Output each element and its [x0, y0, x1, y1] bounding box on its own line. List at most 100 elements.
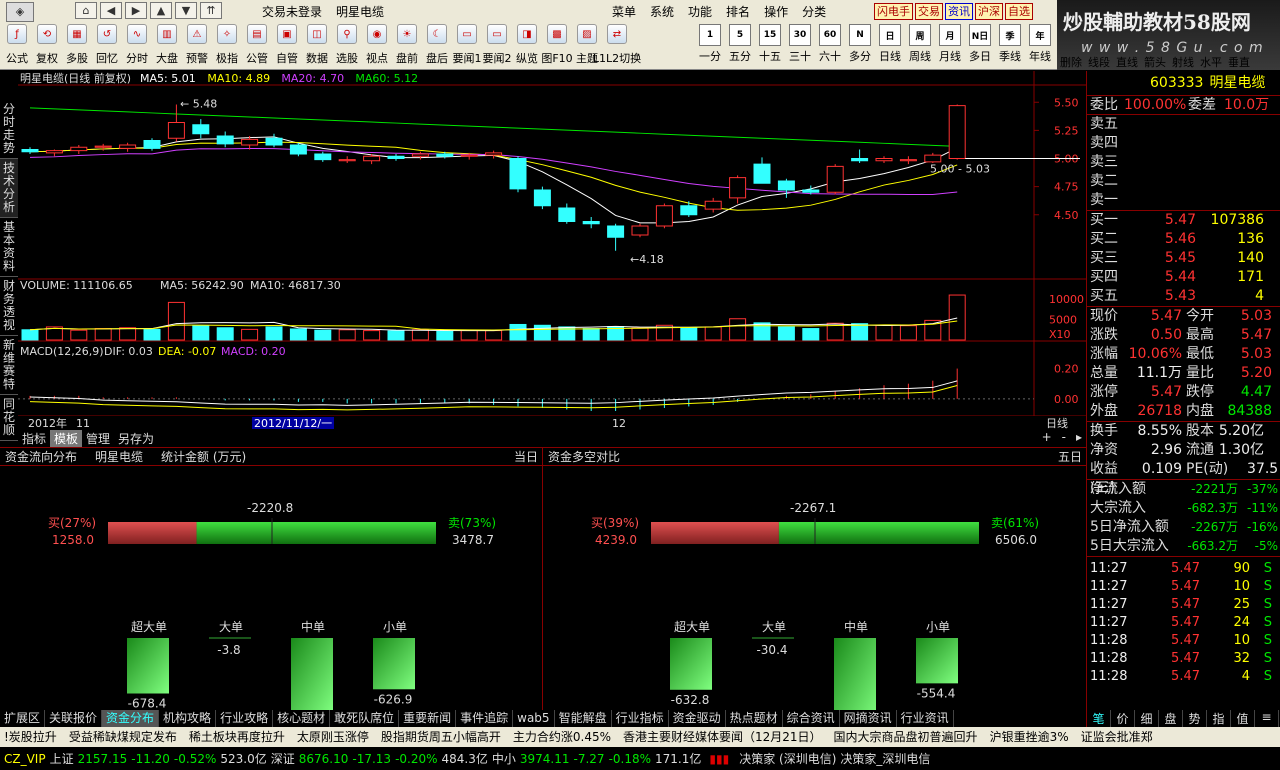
- bid-row[interactable]: 买三 5.45 140: [1087, 249, 1280, 268]
- func-tab-16[interactable]: 行业资讯: [897, 710, 954, 727]
- kline-chart[interactable]: 明星电缆(日线 前复权) MA5: 5.01 MA10: 4.89 MA20: 4.7…: [18, 71, 1086, 430]
- bid-row[interactable]: 买四 5.44 171: [1087, 268, 1280, 287]
- quick-button-0[interactable]: 闪电手: [874, 3, 913, 20]
- tool-17[interactable]: ◨ 纵览: [512, 24, 542, 66]
- period-2[interactable]: 15 十五: [755, 24, 785, 64]
- news-item[interactable]: 太原刚玉涨停: [297, 727, 369, 747]
- func-tab-7[interactable]: 重要新闻: [399, 710, 457, 727]
- func-tab-8[interactable]: 事件追踪: [456, 710, 514, 727]
- quote-tab-3[interactable]: 盘: [1159, 710, 1183, 727]
- ask-row[interactable]: 卖四: [1087, 134, 1280, 153]
- period-3[interactable]: 30 三十: [785, 24, 815, 64]
- func-tab-9[interactable]: wab5: [513, 710, 555, 727]
- draw-tool-5[interactable]: 水平: [1200, 54, 1222, 70]
- news-item[interactable]: 证监会批准郑: [1081, 727, 1153, 747]
- indicator-tab-0[interactable]: 指标: [18, 430, 50, 448]
- func-tab-10[interactable]: 智能解盘: [555, 710, 612, 727]
- nav-button-1[interactable]: ◀: [100, 2, 122, 19]
- tool-20[interactable]: ⇄ L1L2切换: [593, 24, 641, 66]
- tool-7[interactable]: ✧ 极指: [212, 24, 242, 66]
- vtab-4[interactable]: 新维赛特: [0, 336, 18, 395]
- tool-18[interactable]: ▩ 图F10: [541, 24, 573, 66]
- candle[interactable]: [509, 156, 527, 193]
- period-6[interactable]: 日日线: [875, 24, 905, 64]
- menu-item-2[interactable]: 功能: [688, 3, 712, 20]
- vtab-2[interactable]: 基本资料: [0, 218, 18, 277]
- bid-row[interactable]: 买一 5.47 107386: [1087, 211, 1280, 230]
- tool-5[interactable]: ▥ 大盘: [152, 24, 182, 66]
- news-item[interactable]: 股指期货周五小幅高开: [381, 727, 501, 747]
- nav-button-2[interactable]: ▶: [125, 2, 147, 19]
- period-1[interactable]: 5 五分: [725, 24, 755, 64]
- nav-button-5[interactable]: ⇈: [200, 2, 222, 19]
- func-tab-1[interactable]: 关联报价: [45, 710, 103, 727]
- tool-16[interactable]: ▭ 要闻2: [482, 24, 512, 66]
- func-tab-0[interactable]: 扩展区: [0, 710, 46, 727]
- tool-2[interactable]: ▦ 多股: [62, 24, 92, 66]
- draw-tool-1[interactable]: 线段: [1088, 54, 1110, 70]
- period-11[interactable]: 年年线: [1025, 24, 1055, 64]
- quick-button-4[interactable]: 自选: [1005, 3, 1033, 20]
- nav-button-3[interactable]: ▲: [150, 2, 172, 19]
- draw-tool-2[interactable]: 直线: [1116, 54, 1138, 70]
- tool-12[interactable]: ◉ 视点: [362, 24, 392, 66]
- quick-button-2[interactable]: 资讯: [945, 3, 973, 20]
- draw-tool-4[interactable]: 射线: [1172, 54, 1194, 70]
- ask-row[interactable]: 卖五: [1087, 115, 1280, 134]
- draw-tool-0[interactable]: 删除: [1060, 54, 1082, 70]
- vtab-1[interactable]: 技术分析: [0, 159, 18, 218]
- candle[interactable]: [289, 142, 307, 157]
- app-logo-icon[interactable]: ◈: [6, 2, 34, 22]
- period-0[interactable]: 1 一分: [695, 24, 725, 64]
- vtab-0[interactable]: 分时走势: [0, 100, 18, 159]
- tool-0[interactable]: ƒ 公式: [2, 24, 32, 66]
- news-item[interactable]: 主力合约涨0.45%: [513, 727, 611, 747]
- quick-button-3[interactable]: 沪深: [975, 3, 1003, 20]
- quote-tab-7[interactable]: ≡: [1255, 710, 1279, 727]
- period-10[interactable]: 季季线: [995, 24, 1025, 64]
- menu-item-4[interactable]: 操作: [764, 3, 788, 20]
- indicator-tab-3[interactable]: 另存为: [114, 430, 158, 448]
- nav-button-4[interactable]: ▼: [175, 2, 197, 19]
- bid-row[interactable]: 买五 5.43 4: [1087, 287, 1280, 306]
- tool-4[interactable]: ∿ 分时: [122, 24, 152, 66]
- period-4[interactable]: 60 六十: [815, 24, 845, 64]
- sz-index[interactable]: 8676.10: [299, 748, 349, 770]
- flow-compare-range[interactable]: 五日: [1058, 448, 1082, 465]
- draw-tool-3[interactable]: 箭头: [1144, 54, 1166, 70]
- scroll-right-icon[interactable]: ▸: [1076, 430, 1082, 448]
- tool-13[interactable]: ☀ 盘前: [392, 24, 422, 66]
- period-7[interactable]: 周周线: [905, 24, 935, 64]
- tool-8[interactable]: ▤ 公管: [242, 24, 272, 66]
- bid-row[interactable]: 买二 5.46 136: [1087, 230, 1280, 249]
- vtab-5[interactable]: 同花顺: [0, 395, 18, 441]
- draw-tool-6[interactable]: 垂直: [1228, 54, 1250, 70]
- func-tab-6[interactable]: 敢死队席位: [330, 710, 400, 727]
- quote-tab-2[interactable]: 细: [1135, 710, 1159, 727]
- tool-10[interactable]: ◫ 数据: [302, 24, 332, 66]
- indicator-tab-2[interactable]: 管理: [82, 430, 114, 448]
- news-item[interactable]: 受益稀缺煤规定发布: [69, 727, 177, 747]
- period-5[interactable]: N 多分: [845, 24, 875, 64]
- tool-9[interactable]: ▣ 自管: [272, 24, 302, 66]
- func-tab-13[interactable]: 热点题材: [726, 710, 783, 727]
- tool-6[interactable]: ⚠ 预警: [182, 24, 212, 66]
- period-8[interactable]: 月月线: [935, 24, 965, 64]
- ask-row[interactable]: 卖一: [1087, 191, 1280, 210]
- zoom-out-icon[interactable]: -: [1062, 430, 1066, 448]
- tool-11[interactable]: ⚲ 选股: [332, 24, 362, 66]
- menu-item-3[interactable]: 排名: [726, 3, 750, 20]
- tool-14[interactable]: ☾ 盘后: [422, 24, 452, 66]
- quick-button-1[interactable]: 交易: [915, 3, 943, 20]
- func-tab-11[interactable]: 行业指标: [612, 710, 669, 727]
- tool-15[interactable]: ▭ 要闻1: [452, 24, 482, 66]
- menu-item-0[interactable]: 菜单: [612, 3, 636, 20]
- candle[interactable]: [655, 203, 673, 229]
- func-tab-14[interactable]: 综合资讯: [783, 710, 840, 727]
- flow-range[interactable]: 当日: [514, 448, 538, 465]
- func-tab-12[interactable]: 资金驱动: [669, 710, 726, 727]
- zx-index[interactable]: 3974.11: [520, 748, 570, 770]
- candle[interactable]: [143, 138, 161, 151]
- tool-1[interactable]: ⟲ 复权: [32, 24, 62, 66]
- account-status[interactable]: 交易未登录: [262, 3, 322, 20]
